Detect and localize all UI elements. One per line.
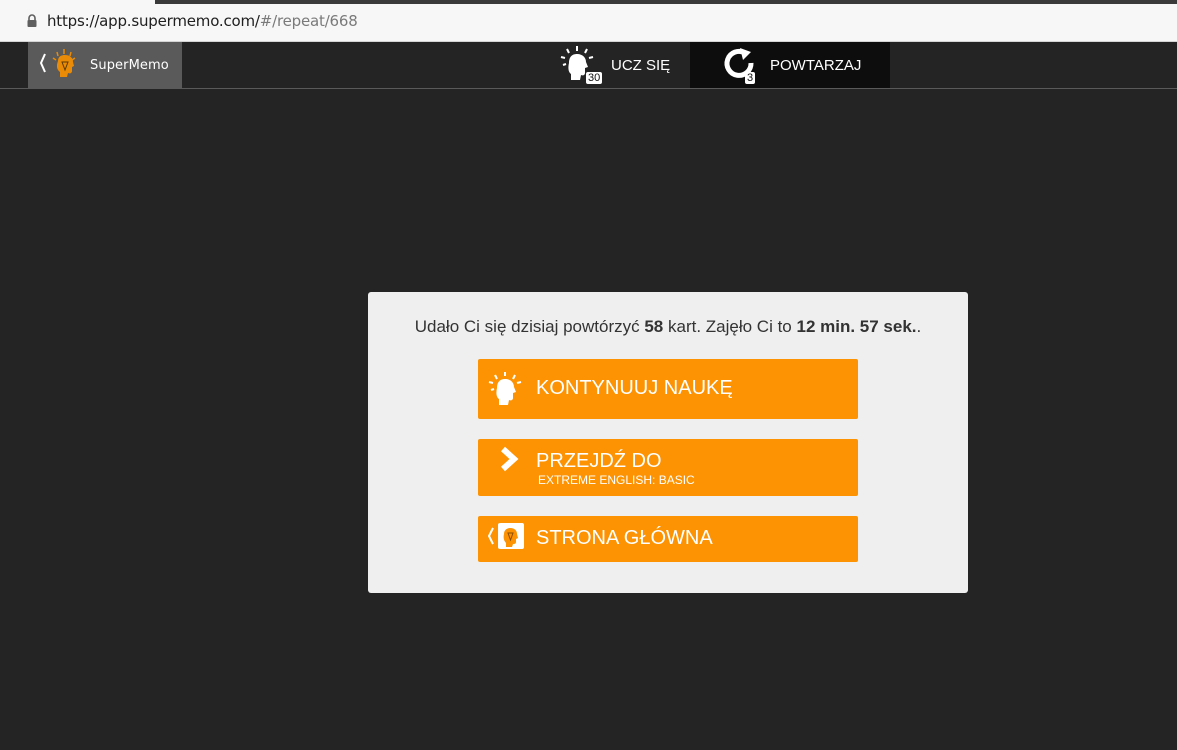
nav-repeat[interactable]: 3 POWTARZAJ	[690, 42, 890, 88]
session-summary-text: Udało Ci się dzisiaj powtórzyć 58 kart. …	[368, 317, 968, 337]
chevron-right-icon	[500, 446, 519, 472]
app-header: SuperMemo 30 UCZ SIĘ 3 POWTARZAJ	[0, 42, 1177, 89]
url-path: #/repeat/668	[259, 12, 358, 30]
continue-learning-button[interactable]: KONTYNUUJ NAUKĘ	[478, 359, 858, 419]
session-summary-card: Udało Ci się dzisiaj powtórzyć 58 kart. …	[368, 292, 968, 593]
nav-learn-label: UCZ SIĘ	[611, 57, 671, 74]
home-page-button[interactable]: STRONA GŁÓWNA	[478, 516, 858, 562]
lock-icon	[27, 14, 37, 27]
repeat-count-badge: 3	[745, 72, 756, 84]
supermemo-logo-button[interactable]: SuperMemo	[28, 42, 182, 88]
nav-learn[interactable]: 30 UCZ SIĘ	[548, 42, 690, 88]
lightbulb-head-icon	[488, 372, 522, 405]
continue-learning-label: KONTYNUUJ NAUKĘ	[536, 377, 733, 399]
nav-repeat-label: POWTARZAJ	[770, 57, 862, 74]
supermemo-logo-icon	[487, 523, 524, 549]
summary-prefix: Udało Ci się dzisiaj powtórzyć	[414, 317, 645, 336]
summary-suffix: .	[916, 317, 922, 336]
browser-tab-edge	[155, 0, 1177, 4]
url-text[interactable]: https://app.supermemo.com/#/repeat/668	[47, 12, 358, 30]
summary-middle: kart. Zajęło Ci to	[663, 317, 797, 336]
session-duration: 12 min. 57 sek.	[796, 317, 917, 336]
supermemo-logo-icon	[39, 49, 76, 77]
browser-address-bar: https://app.supermemo.com/#/repeat/668	[0, 0, 1177, 42]
home-page-label: STRONA GŁÓWNA	[536, 527, 713, 549]
url-host: https://app.supermemo.com/	[47, 12, 260, 30]
course-name: EXTREME ENGLISH: BASIC	[538, 473, 695, 487]
learn-count-badge: 30	[586, 72, 603, 84]
cards-count: 58	[644, 317, 664, 336]
logo-text: SuperMemo	[90, 58, 169, 73]
go-to-course-button[interactable]: PRZEJDŹ DO EXTREME ENGLISH: BASIC	[478, 439, 858, 496]
go-to-label: PRZEJDŹ DO	[536, 450, 662, 472]
